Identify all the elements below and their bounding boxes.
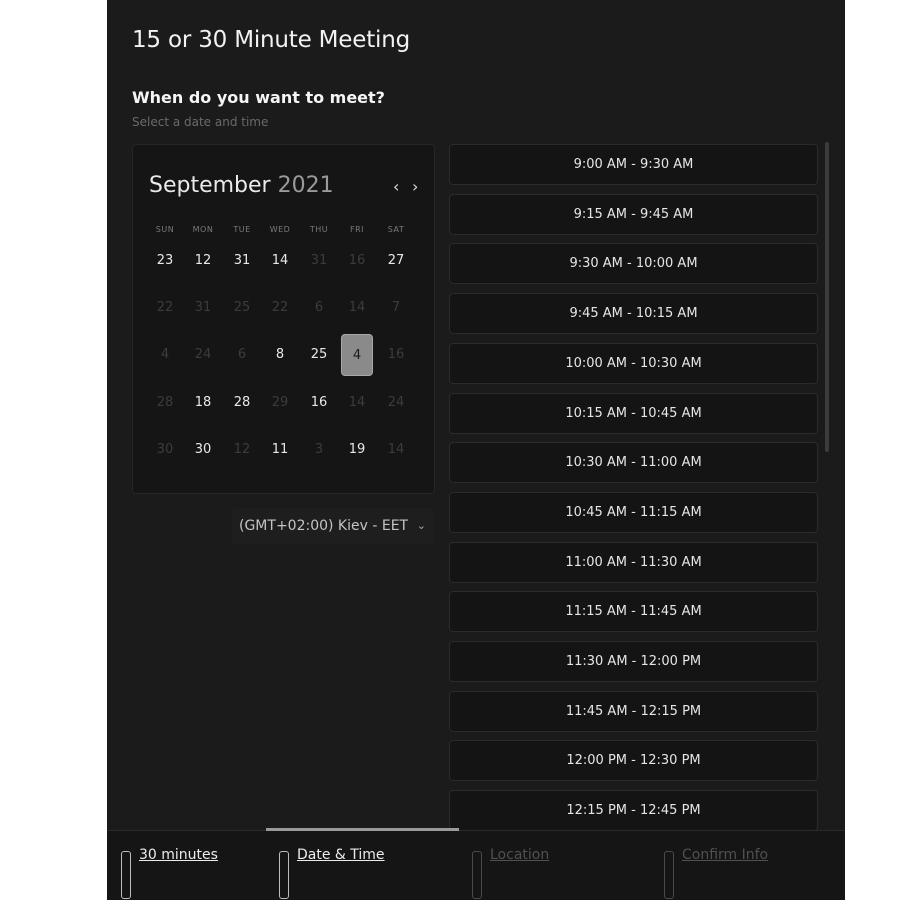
calendar-day[interactable]: 19 [341,429,373,471]
calendar-day: 30 [156,442,174,457]
step-icon [664,851,674,899]
calendar-day: 14 [348,300,366,315]
calendar-day: 31 [310,253,328,268]
step-label: Location [490,847,550,863]
calendar-month: September [149,173,271,198]
weekday-label-sun: SUN [155,225,175,234]
time-slot-button[interactable]: 12:00 PM - 12:30 PM [449,740,818,782]
calendar-day: 12 [233,442,251,457]
section-subtitle: Select a date and time [132,115,269,129]
time-slot-button[interactable]: 11:00 AM - 11:30 AM [449,541,818,583]
step-date-time[interactable]: Date & Time [279,847,385,899]
time-slot-button[interactable]: 10:30 AM - 11:00 AM [449,442,818,484]
calendar-day: 29 [271,395,289,410]
weekday-label-fri: FRI [349,225,365,234]
time-slot-button[interactable]: 11:15 AM - 11:45 AM [449,591,818,633]
calendar-day[interactable]: 14 [264,240,296,282]
timezone-value: (GMT+02:00) Kiev - EET [239,518,409,534]
time-slot-button[interactable]: 10:00 AM - 10:30 AM [449,342,818,384]
calendar-day: 24 [387,395,405,410]
scheduler-panel: 15 or 30 Minute Meeting When do you want… [107,0,845,900]
calendar-day[interactable]: 27 [380,240,412,282]
step-progress-indicator [266,828,459,831]
weekday-label-sat: SAT [387,225,405,234]
calendar-day: 6 [237,347,247,362]
calendar-day: 31 [194,300,212,315]
calendar-day: 7 [391,300,401,315]
date-picker-calendar: September 2021 ‹ › SUN MON TUE WED THU FRI SAT… [132,144,435,494]
chevron-right-icon[interactable]: › [412,177,418,196]
calendar-year: 2021 [277,173,334,198]
chevron-left-icon[interactable]: ‹ [393,177,399,196]
step-30-minutes[interactable]: 30 minutes [121,847,218,899]
step-progress-bar: 30 minutes Date & Time Location Confirm Inf… [107,828,845,900]
time-slot-button[interactable]: 9:30 AM - 10:00 AM [449,243,818,285]
weekday-label-wed: WED [269,225,291,234]
time-slot-button[interactable]: 9:45 AM - 10:15 AM [449,293,818,335]
chevron-down-icon: ⌄ [416,519,426,532]
step-icon [472,851,482,899]
time-slot-button[interactable]: 11:45 AM - 12:15 PM [449,690,818,732]
calendar-day[interactable]: 30 [187,429,219,471]
calendar-day[interactable]: 16 [303,382,335,424]
calendar-day[interactable]: 23 [149,240,181,282]
step-icon [279,851,289,899]
calendar-day[interactable]: 28 [226,382,258,424]
step-location[interactable]: Location [472,847,550,899]
step-confirm-info[interactable]: Confirm Info [664,847,769,899]
step-label: Date & Time [297,847,385,863]
page-title: 15 or 30 Minute Meeting [132,27,410,53]
calendar-day[interactable]: 11 [264,429,296,471]
calendar-day: 14 [387,442,405,457]
timezone-select[interactable]: (GMT+02:00) Kiev - EET ⌄ [232,508,434,544]
calendar-day[interactable]: 8 [264,334,296,376]
step-icon [121,851,131,899]
weekday-label-mon: MON [192,225,214,234]
calendar-day-selected[interactable]: 4 [341,334,373,376]
calendar-day[interactable]: 25 [303,334,335,376]
calendar-day: 25 [233,300,251,315]
calendar-day: 16 [387,347,405,362]
time-slot-button[interactable]: 9:15 AM - 9:45 AM [449,193,818,235]
step-label: Confirm Info [682,847,769,863]
section-heading: When do you want to meet? [132,88,385,107]
time-slot-scrollbar[interactable] [825,142,829,452]
calendar-day: 28 [156,395,174,410]
time-slot-button[interactable]: 12:15 PM - 12:45 PM [449,790,818,832]
time-slot-button[interactable]: 11:30 AM - 12:00 PM [449,641,818,682]
calendar-month-year: September 2021 [149,173,334,198]
calendar-day: 6 [314,300,324,315]
calendar-day: 16 [348,253,366,268]
calendar-day[interactable]: 18 [187,382,219,424]
calendar-day: 3 [314,442,324,457]
time-slot-button[interactable]: 10:15 AM - 10:45 AM [449,392,818,434]
calendar-day: 14 [348,395,366,410]
time-slot-button[interactable]: 9:00 AM - 9:30 AM [449,144,818,185]
calendar-day: 4 [160,347,170,362]
calendar-day: 24 [194,347,212,362]
calendar-day: 22 [271,300,289,315]
time-slot-button[interactable]: 10:45 AM - 11:15 AM [449,491,818,533]
calendar-day[interactable]: 31 [226,240,258,282]
step-label: 30 minutes [139,847,218,863]
weekday-label-thu: THU [309,225,329,234]
weekday-label-tue: TUE [233,225,251,234]
calendar-day: 22 [156,300,174,315]
calendar-day[interactable]: 12 [187,240,219,282]
